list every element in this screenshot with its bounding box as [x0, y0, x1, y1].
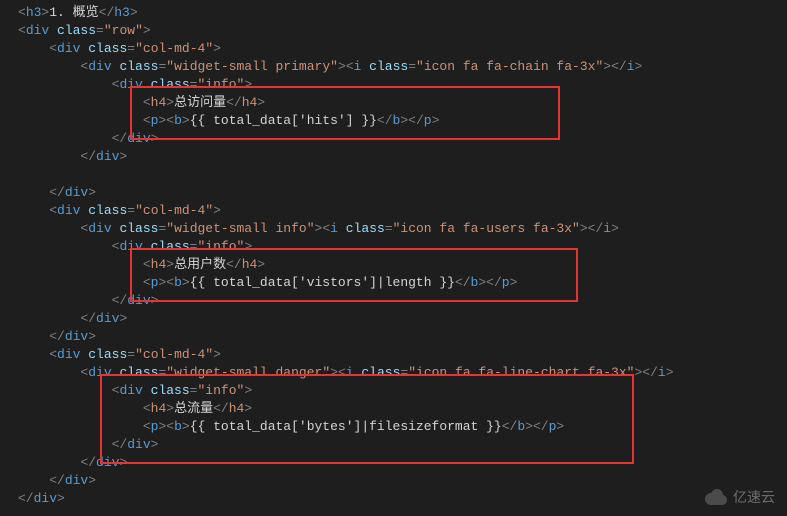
code-line[interactable]: </div> [0, 490, 787, 508]
code-editor[interactable]: <h3>1. 概览</h3> <div class="row"> <div cl… [0, 4, 787, 508]
code-line[interactable]: </div> [0, 472, 787, 490]
code-line[interactable]: <div class="col-md-4"> [0, 202, 787, 220]
watermark-text: 亿速云 [733, 488, 775, 506]
code-line[interactable]: <div class="info"> [0, 76, 787, 94]
code-line[interactable]: <h4>总访问量</h4> [0, 94, 787, 112]
code-line[interactable]: <p><b>{{ total_data['bytes']|filesizefor… [0, 418, 787, 436]
code-line[interactable]: <div class="widget-small info"><i class=… [0, 220, 787, 238]
code-line[interactable]: </div> [0, 328, 787, 346]
code-line[interactable]: <div class="col-md-4"> [0, 40, 787, 58]
watermark: 亿速云 [703, 488, 775, 506]
code-line[interactable]: </div> [0, 130, 787, 148]
code-line[interactable]: <div class="info"> [0, 238, 787, 256]
cloud-icon [703, 488, 729, 506]
code-line[interactable]: </div> [0, 184, 787, 202]
code-line[interactable]: <div class="col-md-4"> [0, 346, 787, 364]
h3-text: 1. 概览 [49, 5, 98, 20]
code-line[interactable]: <div class="info"> [0, 382, 787, 400]
code-line[interactable] [0, 166, 787, 184]
code-line[interactable]: <h4>总流量</h4> [0, 400, 787, 418]
code-line[interactable]: <div class="row"> [0, 22, 787, 40]
code-line[interactable]: </div> [0, 310, 787, 328]
code-line[interactable]: <h3>1. 概览</h3> [0, 4, 787, 22]
code-line[interactable]: <p><b>{{ total_data['hits'] }}</b></p> [0, 112, 787, 130]
code-line[interactable]: <div class="widget-small primary"><i cla… [0, 58, 787, 76]
code-line[interactable]: </div> [0, 454, 787, 472]
code-line[interactable]: </div> [0, 436, 787, 454]
code-line[interactable]: <div class="widget-small danger"><i clas… [0, 364, 787, 382]
code-line[interactable]: </div> [0, 148, 787, 166]
code-line[interactable]: </div> [0, 292, 787, 310]
code-line[interactable]: <h4>总用户数</h4> [0, 256, 787, 274]
code-line[interactable]: <p><b>{{ total_data['vistors']|length }}… [0, 274, 787, 292]
